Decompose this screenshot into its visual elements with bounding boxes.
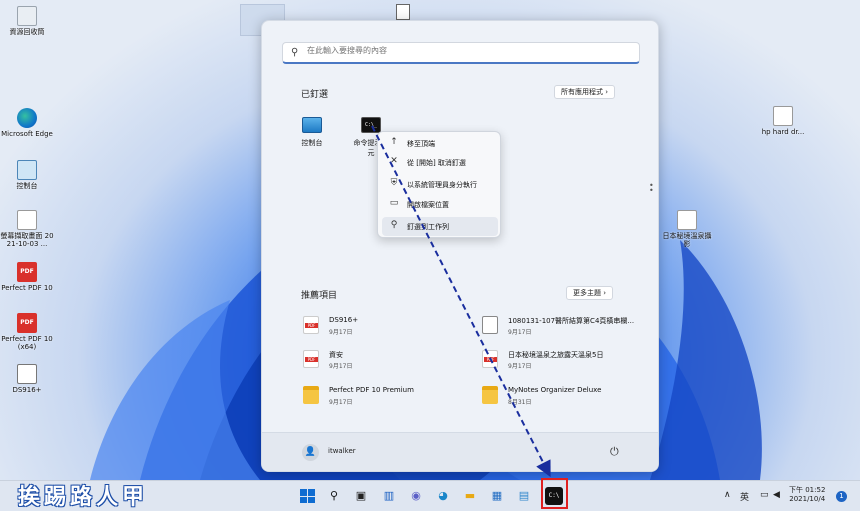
desktop-icon-control-panel[interactable]: 控制台 <box>0 160 54 190</box>
recommended-item[interactable]: DS916+ 9月17日 <box>303 313 473 339</box>
file-explorer-icon[interactable]: ▬ <box>461 487 479 505</box>
screenshot-file-icon <box>17 210 37 230</box>
recommended-item[interactable]: 資安 9月17日 <box>303 347 473 373</box>
folder-icon <box>482 386 498 404</box>
ctx-move-to-top[interactable]: ↑ 移至頂端 <box>382 134 498 153</box>
search-icon: ⚲ <box>291 47 299 58</box>
control-panel-icon[interactable]: ▤ <box>515 487 533 505</box>
control-panel-icon <box>17 160 37 180</box>
folder-open-icon: ▭ <box>389 198 399 208</box>
search-icon[interactable]: ⚲ <box>325 487 343 505</box>
widgets-icon[interactable]: ▥ <box>380 487 398 505</box>
more-button[interactable]: 更多主題 › <box>566 286 614 300</box>
desktop-icon-hp-hard-drive[interactable]: hp hard dr... <box>756 106 810 136</box>
recommended-item[interactable]: Perfect PDF 10 Premium 9月17日 <box>303 383 473 409</box>
start-button[interactable] <box>298 487 316 505</box>
command-prompt-icon: C:\_ <box>361 117 381 133</box>
unpin-icon: ✕ <box>390 156 398 166</box>
edge-icon[interactable]: ◕ <box>434 487 452 505</box>
arrow-up-icon: ↑ <box>390 137 398 147</box>
control-panel-icon <box>302 117 322 133</box>
desktop-icon-perfect-pdf[interactable]: PDF Perfect PDF 10 <box>0 262 54 292</box>
ctx-run-as-admin[interactable]: ⛨ 以系統管理員身分執行 <box>382 175 498 194</box>
all-apps-button[interactable]: 所有應用程式 › <box>554 85 616 99</box>
page-dots-indicator[interactable]: • • <box>649 182 654 195</box>
pdf-icon: PDF <box>17 262 37 282</box>
document-icon <box>773 106 793 126</box>
ctx-unpin-from-start[interactable]: ✕ 從 [開始] 取消釘選 <box>382 153 498 172</box>
start-search-box[interactable]: ⚲ <box>282 42 640 64</box>
photo-icon <box>677 210 697 230</box>
ctx-pin-to-taskbar[interactable]: ⚲ 釘選到工作列 <box>382 217 498 236</box>
teams-chat-icon[interactable]: ◉ <box>407 487 425 505</box>
shield-icon: ⛨ <box>390 178 398 188</box>
context-menu: ↑ 移至頂端 ✕ 從 [開始] 取消釘選 ⛨ 以系統管理員身分執行 ▭ 開啟檔案… <box>377 131 501 238</box>
edge-icon <box>17 108 37 128</box>
recommended-item[interactable]: MyNotes Organizer Deluxe 8月31日 <box>482 383 652 409</box>
folder-icon <box>303 386 319 404</box>
notification-badge[interactable]: 1 <box>836 491 847 502</box>
pin-icon: ⚲ <box>390 220 398 230</box>
recommended-title: 推薦項目 <box>301 291 338 301</box>
desktop-icon-recycle-bin[interactable]: 資源回收筒 <box>0 6 54 36</box>
taskbar-clock[interactable]: 下午 01:52 2021/10/4 <box>789 486 825 504</box>
pdf-file-icon <box>482 350 498 368</box>
tray-chevron-icon[interactable]: ∧ <box>724 490 731 500</box>
desktop-icon-perfect-pdf-x64[interactable]: PDF Perfect PDF 10 (x64) <box>0 313 54 351</box>
recommended-item[interactable]: 日本秘境溫泉之旅露天溫泉5日 9月17日 <box>482 347 652 373</box>
start-user-bar: 👤 itwalker ⏻ <box>262 432 658 471</box>
desktop-icon-top-printer[interactable] <box>396 4 410 20</box>
watermark: 挨踢路人甲 <box>18 484 149 510</box>
pinned-control-panel[interactable]: 控制台 <box>292 117 332 148</box>
network-icon[interactable]: ▭ <box>760 490 769 500</box>
task-view-icon[interactable]: ▣ <box>352 487 370 505</box>
pdf-file-icon <box>303 316 319 334</box>
pdf-file-icon <box>303 350 319 368</box>
desktop-icon-edge[interactable]: Microsoft Edge <box>0 108 54 138</box>
pinned-title: 已釘選 <box>301 90 329 100</box>
desktop-icon-screenshot[interactable]: 螢幕擷取畫面 2021-10-03 ... <box>0 210 54 248</box>
start-menu: ⚲ 已釘選 所有應用程式 › 控制台 C:\_ 命令提示字元 •• 推薦項目 更… <box>261 20 659 472</box>
search-input[interactable] <box>307 46 627 55</box>
user-name[interactable]: itwalker <box>328 447 356 455</box>
ime-indicator[interactable]: 英 <box>740 490 749 503</box>
pdf-icon: PDF <box>17 313 37 333</box>
power-icon[interactable]: ⏻ <box>610 445 619 459</box>
recycle-bin-icon <box>17 6 37 26</box>
desktop-icon-onsen-photo[interactable]: 日本秘境溫泉攝影 <box>660 210 714 248</box>
volume-icon[interactable]: ◀ <box>773 490 780 500</box>
desktop-icon-ds916[interactable]: DS916+ <box>0 364 54 394</box>
recommended-item[interactable]: 1080131-107醫所結算第C4頁橫串欄... 9月17日 <box>482 313 652 339</box>
file-icon <box>482 316 498 334</box>
store-icon[interactable]: ▦ <box>488 487 506 505</box>
nas-icon <box>17 364 37 384</box>
ctx-open-file-location[interactable]: ▭ 開啟檔案位置 <box>382 195 498 214</box>
highlight-box <box>541 478 568 509</box>
user-avatar-icon[interactable]: 👤 <box>302 444 319 461</box>
